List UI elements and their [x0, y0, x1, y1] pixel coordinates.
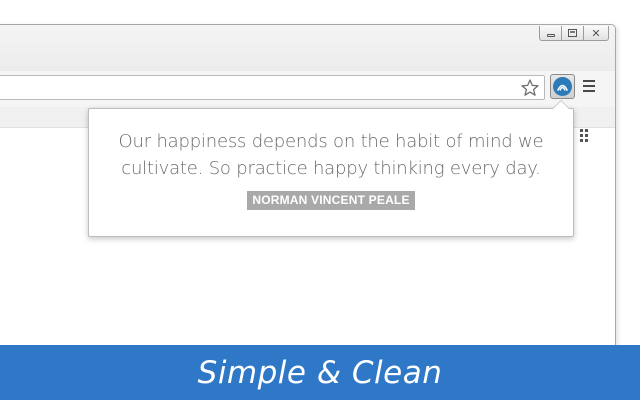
- minimize-button[interactable]: [539, 26, 562, 41]
- quote-extension-button[interactable]: [550, 74, 575, 99]
- popup-arrow: [552, 100, 570, 109]
- caption-text: Simple & Clean: [197, 354, 443, 391]
- caption-banner: Simple & Clean: [0, 345, 640, 400]
- quote-text: Our happiness depends on the habit of mi…: [118, 131, 544, 179]
- apps-grid-icon[interactable]: [580, 129, 590, 142]
- quote-popup: Our happiness depends on the habit of mi…: [88, 100, 574, 237]
- address-bar[interactable]: [0, 75, 545, 100]
- maximize-button[interactable]: [561, 26, 584, 41]
- screenshot-stage: ✕ Our happiness depends on the habit of …: [0, 0, 640, 400]
- minimize-icon: [546, 34, 555, 37]
- close-icon: ✕: [591, 26, 601, 40]
- window-controls: ✕: [539, 26, 609, 41]
- close-button[interactable]: ✕: [583, 26, 609, 41]
- browser-toolbar: [0, 71, 615, 108]
- quote-extension-icon: [553, 77, 572, 96]
- window-titlebar[interactable]: ✕: [0, 25, 615, 71]
- maximize-icon: [568, 29, 577, 37]
- hamburger-menu-icon[interactable]: [583, 80, 595, 92]
- quote-author-badge: NORMAN VINCENT PEALE: [247, 191, 415, 210]
- bookmark-star-icon[interactable]: [520, 78, 540, 98]
